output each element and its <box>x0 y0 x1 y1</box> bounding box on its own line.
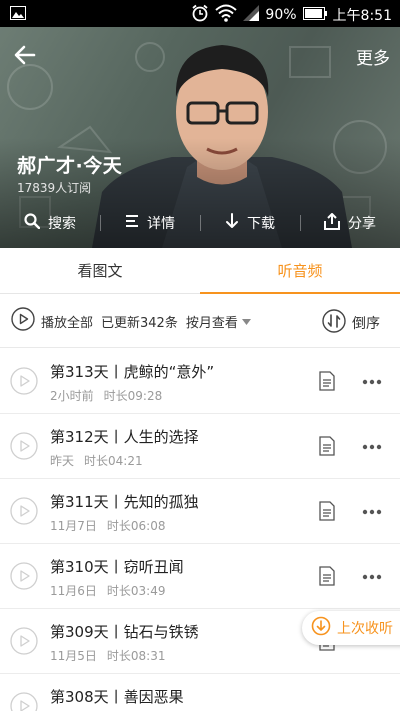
play-icon[interactable] <box>10 692 38 711</box>
battery-percent: 90% <box>265 7 297 23</box>
episode-duration: 时长04:21 <box>84 454 143 468</box>
episode-date: 昨天 <box>50 454 75 468</box>
more-options-icon[interactable] <box>362 444 382 450</box>
by-month-dropdown[interactable]: 按月查看 <box>186 312 251 331</box>
more-options-icon[interactable] <box>362 574 382 580</box>
episode-title: 第312天丨人生的选择 <box>50 428 199 446</box>
episode-duration: 时长06:08 <box>106 519 166 533</box>
document-icon[interactable] <box>318 371 336 391</box>
document-icon[interactable] <box>318 436 336 456</box>
episode-title: 第308天丨善因恶果 <box>50 688 184 706</box>
update-count: 已更新342条 <box>101 315 178 331</box>
episode-duration: 时长03:49 <box>106 584 166 598</box>
play-circle-icon <box>11 307 35 335</box>
episode-date: 11月7日 <box>50 519 97 533</box>
episode-title: 第309天丨钻石与铁锈 <box>50 623 199 641</box>
gallery-icon <box>10 5 26 24</box>
alarm-icon <box>191 4 209 26</box>
play-icon[interactable] <box>10 432 38 460</box>
channel-title: 郝广才·今天 <box>17 155 123 177</box>
clock: 上午8:51 <box>332 8 392 24</box>
episode-date: 11月6日 <box>50 584 97 598</box>
subscriber-count: 17839人订阅 <box>17 181 92 195</box>
episode-title: 第310天丨窃听丑闻 <box>50 558 184 576</box>
episode-date: 2小时前 <box>50 389 94 403</box>
episode-duration: 时长08:31 <box>106 649 166 663</box>
channel-header: 更多 郝广才·今天 17839人订阅 搜索 详情 下载 分享 <box>0 27 400 248</box>
download-icon <box>225 213 239 233</box>
play-icon[interactable] <box>10 627 38 655</box>
header-actions: 搜索 详情 下载 分享 <box>0 207 400 239</box>
last-heard-button[interactable]: 上次收听 <box>302 611 400 645</box>
status-bar: 90% 上午8:51 <box>0 0 400 27</box>
signal-icon <box>243 5 260 25</box>
document-icon[interactable] <box>318 566 336 586</box>
back-arrow-icon[interactable] <box>12 42 38 68</box>
list-item[interactable]: 第312天丨人生的选择 昨天 时长04:21 <box>0 414 400 479</box>
details-button[interactable]: 详情 <box>100 207 200 239</box>
play-all-button[interactable]: 播放全部 <box>11 307 93 335</box>
episode-title: 第311天丨先知的孤独 <box>50 493 199 511</box>
download-button[interactable]: 下载 <box>200 207 300 239</box>
more-button[interactable]: 更多 <box>356 44 390 69</box>
list-item[interactable]: 第311天丨先知的孤独 11月7日 时长06:08 <box>0 479 400 544</box>
list-toolbar: 播放全部 已更新342条 按月查看 倒序 <box>0 295 400 348</box>
list-item[interactable]: 第313天丨虎鲸的“意外” 2小时前 时长09:28 <box>0 349 400 414</box>
list-item[interactable]: 第308天丨善因恶果 <box>0 674 400 711</box>
episode-duration: 时长09:28 <box>103 389 163 403</box>
document-icon[interactable] <box>318 501 336 521</box>
battery-icon <box>302 6 327 24</box>
list-icon <box>125 214 139 232</box>
share-icon <box>324 212 340 234</box>
content-tabs: 看图文 听音频 <box>0 248 400 294</box>
play-icon[interactable] <box>10 367 38 395</box>
more-options-icon[interactable] <box>362 509 382 515</box>
tab-articles[interactable]: 看图文 <box>0 248 200 293</box>
arrow-down-circle-icon <box>311 616 331 640</box>
episode-list: 第313天丨虎鲸的“意外” 2小时前 时长09:28 第312天丨人生的选择 昨天… <box>0 349 400 711</box>
list-item[interactable]: 第310天丨窃听丑闻 11月6日 时长03:49 <box>0 544 400 609</box>
sort-icon <box>322 309 346 337</box>
play-icon[interactable] <box>10 497 38 525</box>
sort-order-button[interactable]: 倒序 <box>322 309 380 337</box>
tab-audio[interactable]: 听音频 <box>200 248 400 294</box>
episode-date: 11月5日 <box>50 649 97 663</box>
more-options-icon[interactable] <box>362 379 382 385</box>
episode-title: 第313天丨虎鲸的“意外” <box>50 363 215 381</box>
search-button[interactable]: 搜索 <box>0 207 100 239</box>
search-icon <box>24 213 41 233</box>
wifi-icon <box>215 4 238 26</box>
caret-down-icon <box>241 314 251 329</box>
share-button[interactable]: 分享 <box>300 207 400 239</box>
play-icon[interactable] <box>10 562 38 590</box>
